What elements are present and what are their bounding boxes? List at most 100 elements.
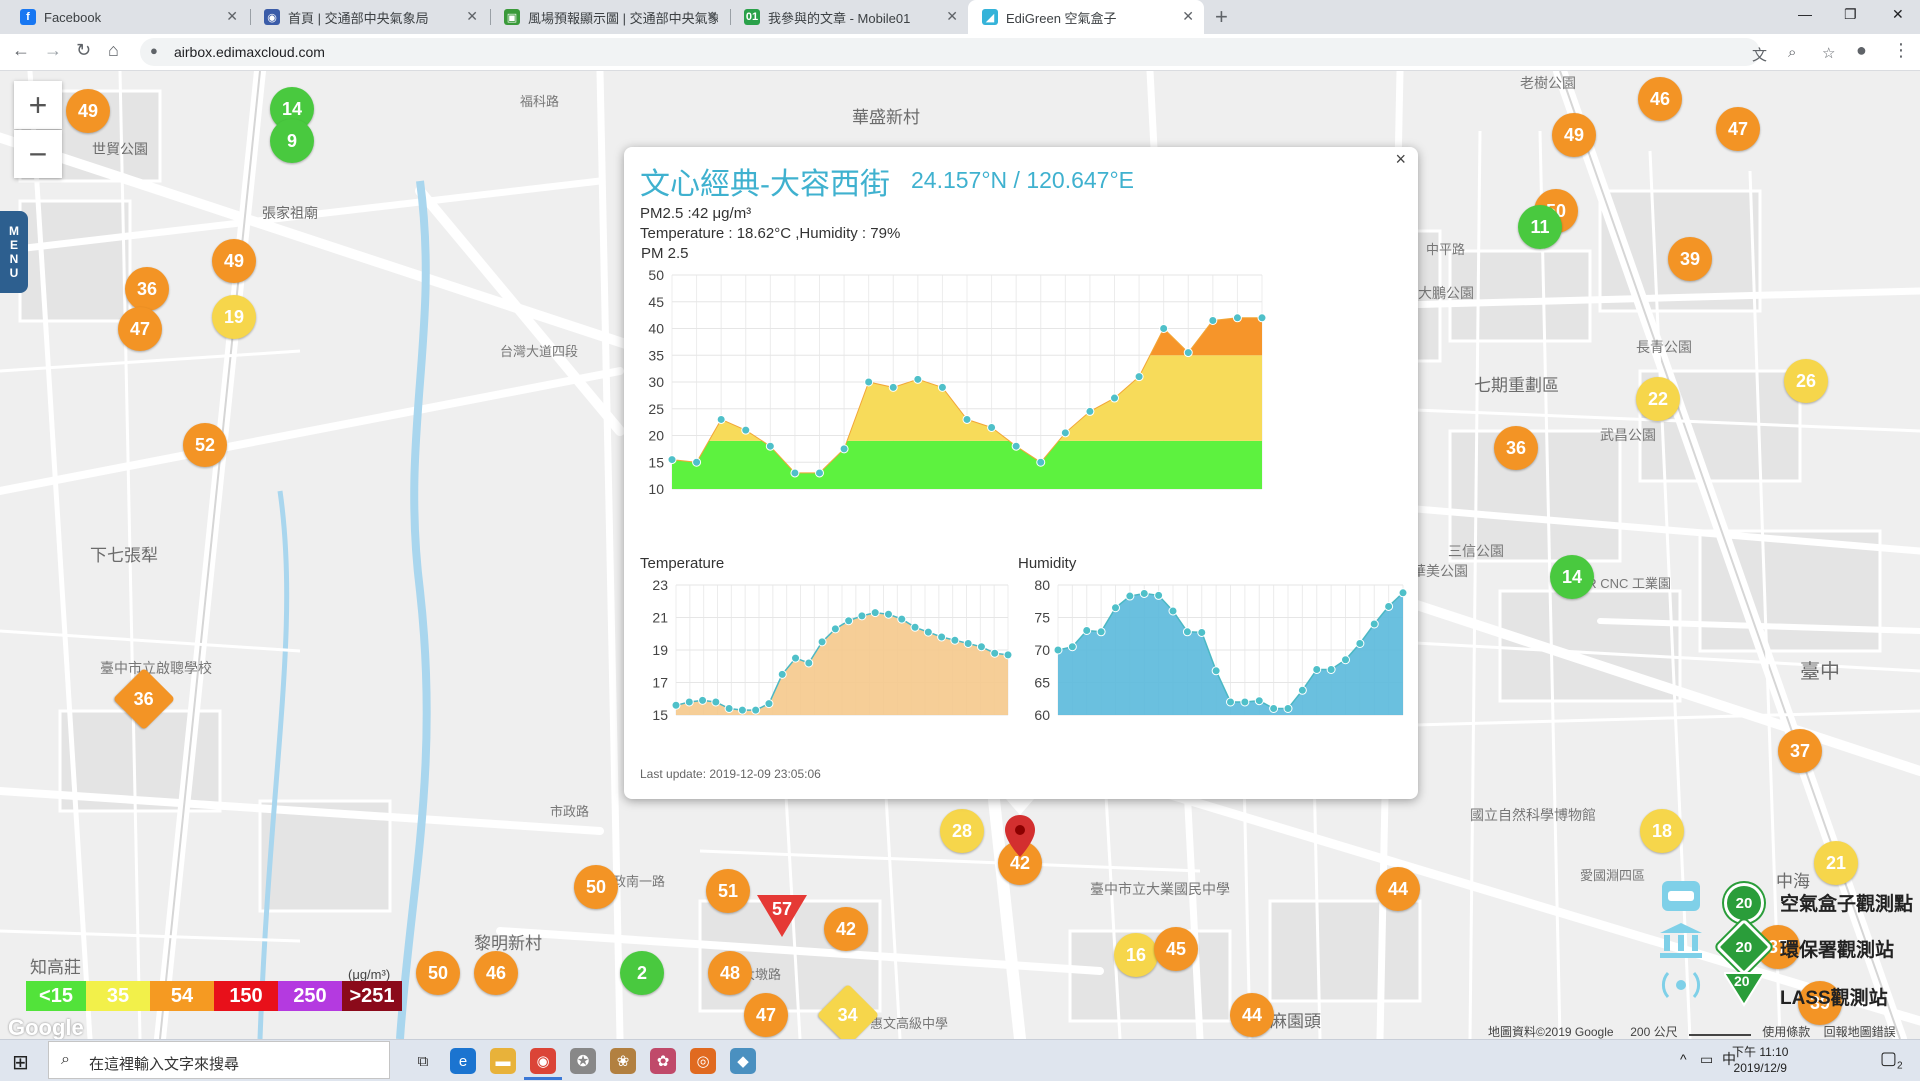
sensor-marker[interactable]: 46 xyxy=(1638,77,1682,121)
y-tick-label: 35 xyxy=(648,347,664,363)
battery-icon[interactable]: ▭ xyxy=(1700,1051,1713,1068)
y-tick-label: 25 xyxy=(648,401,664,417)
system-clock[interactable]: 下午 11:10 2019/12/9 xyxy=(1732,1044,1788,1076)
address-bar[interactable]: ● airbox.edimaxcloud.com 文 ⌕ ☆ xyxy=(140,38,1835,66)
browser-tab-edigreen[interactable]: ◢ EdiGreen 空氣盒子 ✕ xyxy=(968,0,1204,34)
sensor-marker[interactable]: 36 xyxy=(125,267,169,311)
windows-start-icon[interactable]: ⊞ xyxy=(12,1050,29,1075)
close-tab-icon[interactable]: ✕ xyxy=(946,8,958,25)
report-error-link[interactable]: 回報地圖錯誤 xyxy=(1824,1025,1896,1039)
map-label: 臺中市立啟聰學校 xyxy=(100,660,212,676)
browser-menu-icon[interactable]: ⋮ xyxy=(1892,40,1910,61)
sensor-marker[interactable]: 2 xyxy=(620,951,664,995)
menu-letter: M xyxy=(9,224,19,238)
app-icon-3[interactable]: ✿ xyxy=(650,1048,676,1074)
browser-tab-wind[interactable]: ▣ 風場預報顯示圖 | 交通部中央氣象局 ✕ xyxy=(490,0,728,34)
close-tab-icon[interactable]: ✕ xyxy=(1182,8,1194,25)
station-legend-lass[interactable]: LASS觀測站 xyxy=(1780,983,1888,1010)
map-label: 惠文高級中學 xyxy=(870,1016,949,1031)
sensor-marker[interactable]: 44 xyxy=(1230,993,1274,1037)
task-view-icon[interactable]: ⧉ xyxy=(410,1048,436,1074)
map-area[interactable]: 華盛新村 世貿公園 張家祖廟 福科路 下七張犁 臺中市立啟聰學校 黎明新村 知高… xyxy=(0,71,1920,1039)
tab-title: 我參與的文章 - Mobile01 xyxy=(768,10,911,26)
app-icon-2[interactable]: ❀ xyxy=(610,1048,636,1074)
close-tab-icon[interactable]: ✕ xyxy=(466,8,478,25)
url-text[interactable]: airbox.edimaxcloud.com xyxy=(174,44,325,60)
menu-button[interactable]: M E N U xyxy=(0,211,28,293)
browser-tab-facebook[interactable]: f Facebook ✕ xyxy=(6,0,248,34)
app-icon-1[interactable]: ✪ xyxy=(570,1048,596,1074)
notification-icon[interactable]: ▢2 xyxy=(1880,1048,1903,1072)
home-button[interactable]: ⌂ xyxy=(108,40,119,61)
account-icon[interactable]: ● xyxy=(1856,40,1867,61)
sensor-marker[interactable]: 11 xyxy=(1518,205,1562,249)
app-icon-4[interactable]: ◎ xyxy=(690,1048,716,1074)
browser-tab-mobile01[interactable]: 01 我參與的文章 - Mobile01 ✕ xyxy=(730,0,968,34)
sensor-marker[interactable]: 44 xyxy=(1376,867,1420,911)
data-point xyxy=(711,697,721,707)
map-label: 大鵬公園 xyxy=(1418,285,1474,301)
sensor-marker[interactable]: 21 xyxy=(1814,841,1858,885)
sensor-marker[interactable]: 26 xyxy=(1784,359,1828,403)
browser-toolbar: ← → ↻ ⌂ ● airbox.edimaxcloud.com 文 ⌕ ☆ ●… xyxy=(0,34,1920,71)
close-tab-icon[interactable]: ✕ xyxy=(226,8,238,25)
sensor-marker[interactable]: 50 xyxy=(416,951,460,995)
google-logo[interactable]: Google xyxy=(8,1015,84,1039)
data-point xyxy=(864,377,874,387)
popup-close-button[interactable]: × xyxy=(1395,149,1406,170)
sensor-marker[interactable]: 37 xyxy=(1778,729,1822,773)
sensor-marker[interactable]: 49 xyxy=(66,89,110,133)
station-badge: 20 xyxy=(1734,973,1750,989)
sensor-marker[interactable]: 51 xyxy=(706,869,750,913)
sensor-marker[interactable]: 14 xyxy=(1550,555,1594,599)
tray-chevron-icon[interactable]: ^ xyxy=(1680,1051,1687,1067)
sensor-marker[interactable]: 49 xyxy=(1552,113,1596,157)
station-legend-epa[interactable]: 環保署觀測站 xyxy=(1780,935,1894,962)
sensor-marker[interactable]: 52 xyxy=(183,423,227,467)
sensor-marker[interactable]: 47 xyxy=(1716,107,1760,151)
sensor-marker[interactable]: 50 xyxy=(574,865,618,909)
file-explorer-icon[interactable]: ▬ xyxy=(490,1048,516,1074)
new-tab-button[interactable]: + xyxy=(1215,4,1228,30)
sensor-marker[interactable]: 22 xyxy=(1636,377,1680,421)
translate-icon[interactable]: 文 xyxy=(1752,44,1767,65)
sensor-marker[interactable]: 16 xyxy=(1114,933,1158,977)
sensor-marker[interactable]: 36 xyxy=(1494,426,1538,470)
reload-button[interactable]: ↻ xyxy=(76,40,91,61)
minimize-button[interactable]: — xyxy=(1798,6,1812,22)
bookmark-star-icon[interactable]: ☆ xyxy=(1822,44,1835,62)
taskbar-search-box[interactable]: ⌕ 在這裡輸入文字來搜尋 xyxy=(48,1041,390,1079)
sensor-marker[interactable]: 48 xyxy=(708,951,752,995)
data-point xyxy=(857,611,867,621)
zoom-out-button[interactable]: − xyxy=(14,130,62,178)
app-icon-5[interactable]: ◆ xyxy=(730,1048,756,1074)
sensor-marker[interactable]: 19 xyxy=(212,295,256,339)
map-label: 三信公園 xyxy=(1448,543,1504,559)
forward-button[interactable]: → xyxy=(44,40,62,61)
data-point xyxy=(1060,428,1070,438)
browser-tab-cwb[interactable]: ◉ 首頁 | 交通部中央氣象局 ✕ xyxy=(250,0,488,34)
sensor-marker-triangle[interactable]: 57 xyxy=(757,895,807,937)
terms-link[interactable]: 使用條款 xyxy=(1762,1025,1810,1039)
sensor-marker[interactable]: 46 xyxy=(474,951,518,995)
zoom-in-button[interactable]: + xyxy=(14,81,62,129)
sensor-marker[interactable]: 42 xyxy=(824,907,868,951)
zoom-icon[interactable]: ⌕ xyxy=(1788,44,1796,61)
sensor-marker[interactable]: 49 xyxy=(212,239,256,283)
sensor-marker[interactable]: 47 xyxy=(118,307,162,351)
sensor-marker[interactable]: 47 xyxy=(744,993,788,1037)
close-window-button[interactable]: ✕ xyxy=(1892,6,1904,23)
chrome-icon[interactable]: ◉ xyxy=(530,1048,556,1074)
sensor-marker[interactable]: 28 xyxy=(940,809,984,853)
data-point xyxy=(1398,588,1408,598)
station-legend-airbox[interactable]: 空氣盒子觀測點 xyxy=(1780,889,1913,916)
sensor-marker[interactable]: 9 xyxy=(270,119,314,163)
location-pin-icon[interactable] xyxy=(1005,815,1035,857)
back-button[interactable]: ← xyxy=(12,40,30,61)
sensor-marker[interactable]: 45 xyxy=(1154,927,1198,971)
sensor-marker[interactable]: 39 xyxy=(1668,237,1712,281)
edge-icon[interactable]: e xyxy=(450,1048,476,1074)
restore-button[interactable]: ❐ xyxy=(1844,6,1857,23)
sensor-marker[interactable]: 18 xyxy=(1640,809,1684,853)
close-tab-icon[interactable]: ✕ xyxy=(706,8,718,25)
